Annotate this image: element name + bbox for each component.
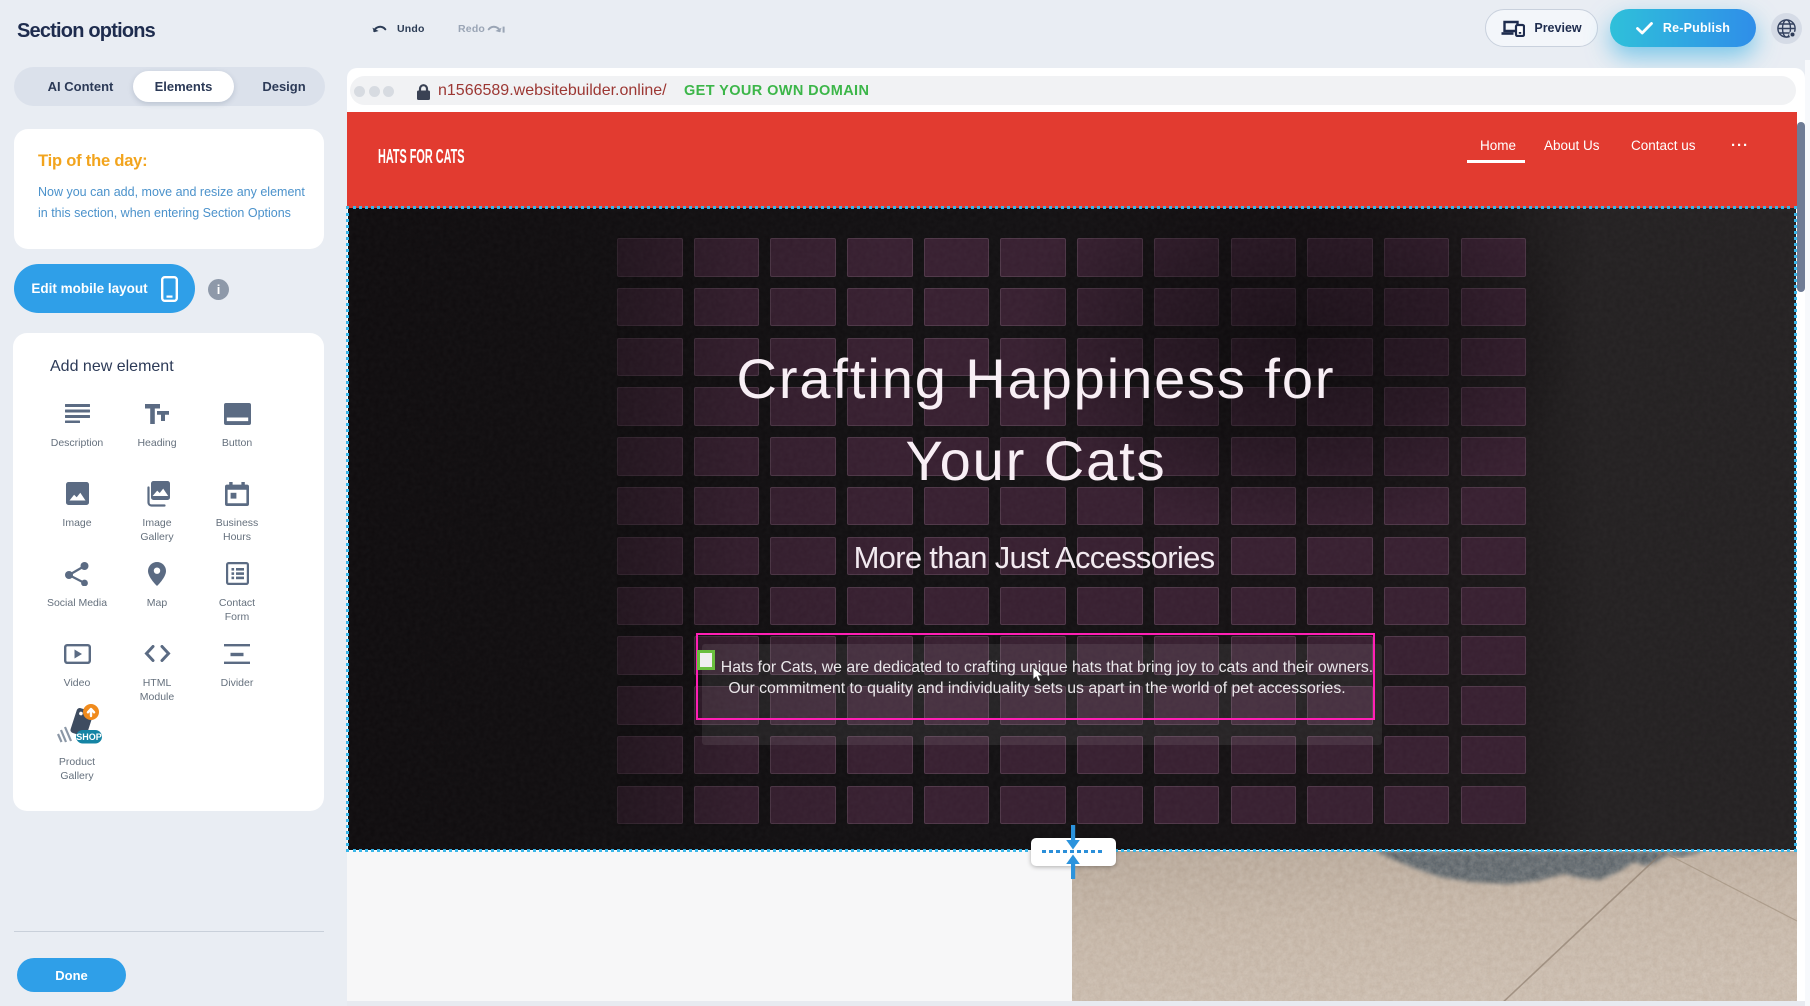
- svg-text:SHOP: SHOP: [76, 732, 102, 742]
